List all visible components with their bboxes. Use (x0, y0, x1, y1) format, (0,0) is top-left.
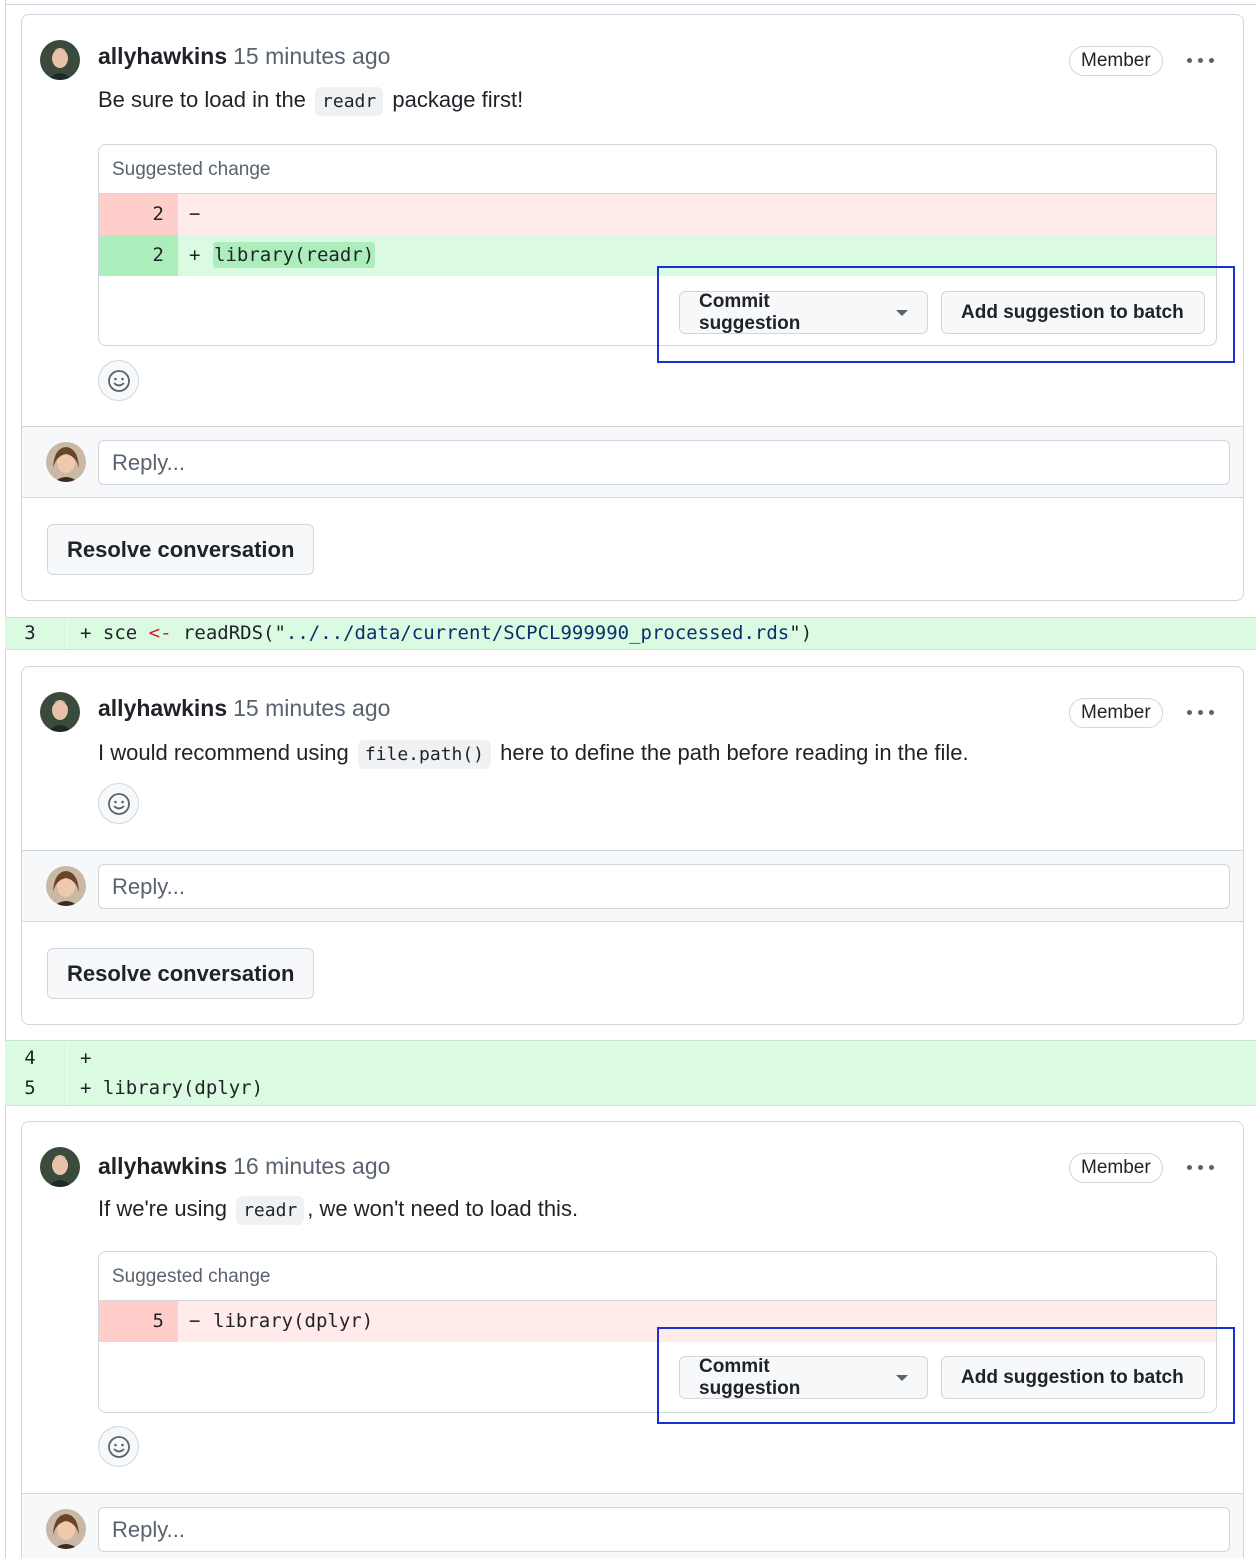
comment-body: Be sure to load in the readr package fir… (98, 87, 523, 116)
resolve-conversation-button[interactable]: Resolve conversation (47, 948, 315, 999)
comment-timestamp[interactable]: 15 minutes ago (233, 695, 390, 721)
code-diff-band: 3 + sce <- readRDS("../../data/current/SC… (5, 617, 1256, 650)
commit-suggestion-button[interactable]: Commit suggestion (679, 291, 928, 334)
author-avatar[interactable] (40, 692, 80, 732)
commit-suggestion-button[interactable]: Commit suggestion (679, 1356, 928, 1399)
added-code: library(readr) (213, 242, 376, 268)
comment-timestamp[interactable]: 16 minutes ago (233, 1153, 390, 1179)
more-options-icon[interactable] (1180, 1154, 1220, 1180)
current-user-avatar (46, 442, 86, 482)
add-reaction-smiley-icon[interactable] (98, 1426, 139, 1467)
author-avatar[interactable] (40, 1147, 80, 1187)
comment-header: allyhawkins 16 minutes ago (98, 1153, 390, 1180)
code-line: 3 + sce <- readRDS("../../data/current/SC… (5, 618, 812, 649)
inline-code: readr (315, 87, 384, 116)
left-border (5, 0, 6, 1558)
inline-code: file.path() (357, 740, 492, 769)
code-line: 5 + library(dplyr) (5, 1073, 263, 1104)
member-badge: Member (1069, 698, 1163, 728)
comment-body: If we're using readr, we won't need to l… (98, 1196, 578, 1225)
resolve-conversation-button[interactable]: Resolve conversation (47, 524, 315, 575)
review-thread-3: allyhawkins 16 minutes ago Member If we'r… (21, 1121, 1244, 1558)
author-name[interactable]: allyhawkins (98, 43, 227, 69)
review-thread-1: allyhawkins 15 minutes ago Member Be sure… (21, 14, 1244, 601)
review-thread-2: allyhawkins 15 minutes ago Member I would… (21, 666, 1244, 1025)
line-number[interactable]: 3 (5, 618, 55, 649)
author-avatar[interactable] (40, 40, 80, 80)
comment-header: allyhawkins 15 minutes ago (98, 43, 390, 70)
comment-body: I would recommend using file.path() here… (98, 740, 969, 769)
suggested-change-header: Suggested change (99, 145, 1216, 194)
reply-bar: Reply... (22, 426, 1243, 498)
line-number[interactable]: 5 (5, 1073, 55, 1104)
code-diff-band: 4 + 5 + library(dplyr) (5, 1040, 1256, 1106)
diff-deletion-line: 5 − library(dplyr) (99, 1301, 1216, 1342)
reply-bar: Reply... (22, 850, 1243, 922)
top-border (5, 4, 1256, 5)
more-options-icon[interactable] (1180, 47, 1220, 73)
member-badge: Member (1069, 1153, 1163, 1183)
dropdown-caret-icon (896, 1374, 908, 1381)
author-name[interactable]: allyhawkins (98, 1153, 227, 1179)
inline-code: readr (236, 1196, 305, 1225)
code-line: 4 + (5, 1043, 91, 1074)
add-to-batch-button[interactable]: Add suggestion to batch (941, 1356, 1205, 1399)
diff-deletion-line: 2 − (99, 194, 1216, 235)
reply-input[interactable]: Reply... (98, 440, 1230, 485)
member-badge: Member (1069, 46, 1163, 76)
add-to-batch-button[interactable]: Add suggestion to batch (941, 291, 1205, 334)
diff-addition-line: 2 + library(readr) (99, 235, 1216, 276)
comment-timestamp[interactable]: 15 minutes ago (233, 43, 390, 69)
line-number[interactable]: 4 (5, 1043, 55, 1074)
reply-input[interactable]: Reply... (98, 864, 1230, 909)
reply-input[interactable]: Reply... (98, 1507, 1230, 1552)
add-reaction-smiley-icon[interactable] (98, 360, 139, 401)
current-user-avatar (46, 866, 86, 906)
dropdown-caret-icon (896, 309, 908, 316)
add-reaction-smiley-icon[interactable] (98, 783, 139, 824)
reply-bar: Reply... (22, 1493, 1243, 1558)
more-options-icon[interactable] (1180, 699, 1220, 725)
comment-header: allyhawkins 15 minutes ago (98, 695, 390, 722)
suggested-change-header: Suggested change (99, 1252, 1216, 1301)
author-name[interactable]: allyhawkins (98, 695, 227, 721)
current-user-avatar (46, 1509, 86, 1549)
